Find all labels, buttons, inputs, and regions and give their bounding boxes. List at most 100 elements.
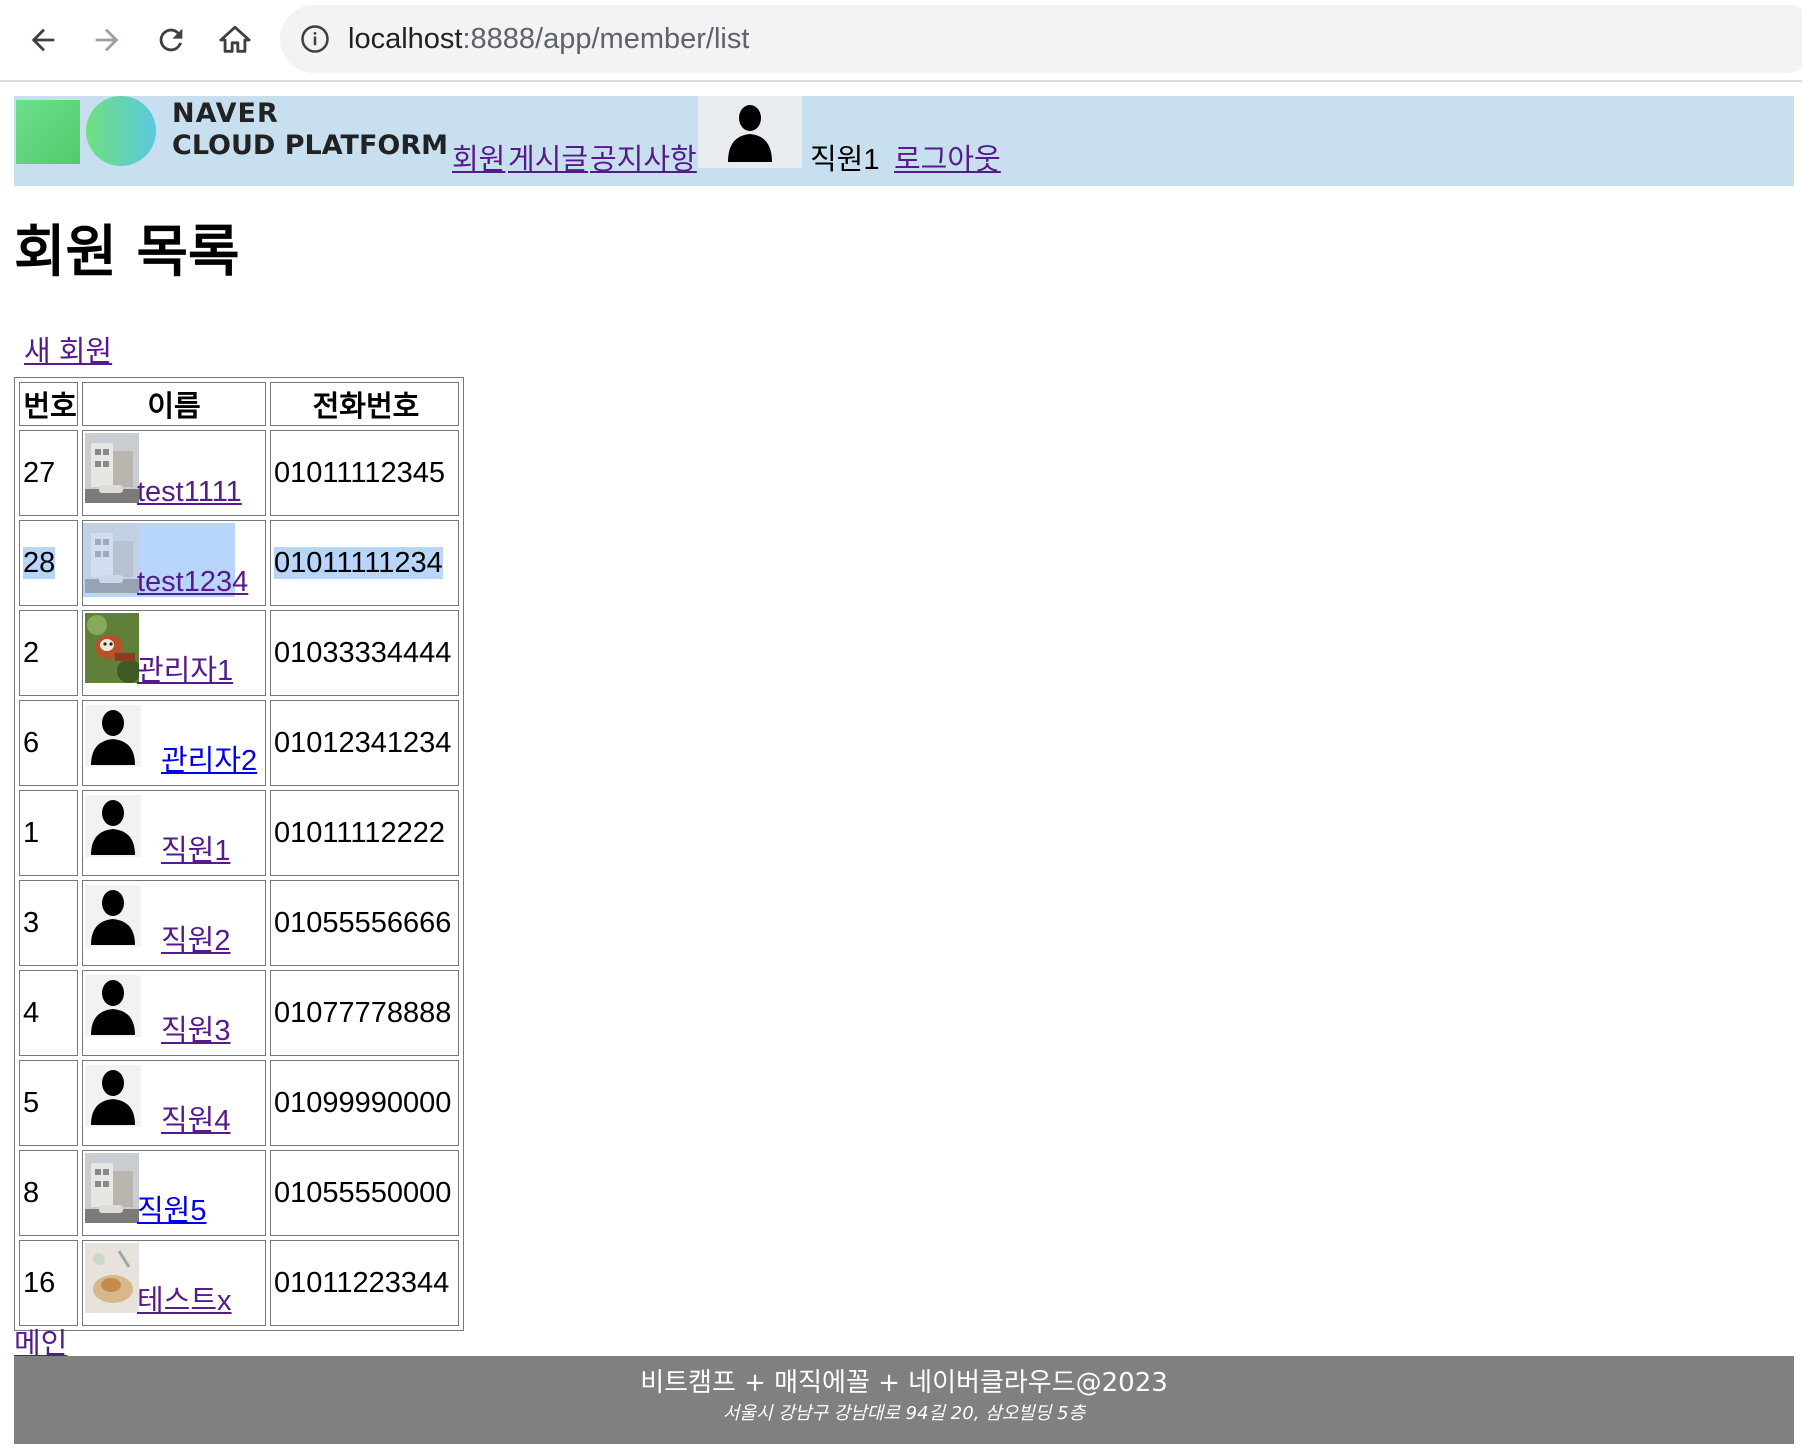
back-button[interactable] bbox=[18, 15, 68, 65]
table-row: 8 직원5 01055550000 bbox=[19, 1150, 459, 1236]
current-user-name: 직원1 bbox=[810, 144, 880, 176]
person-icon bbox=[728, 105, 772, 162]
reload-button[interactable] bbox=[146, 15, 196, 65]
table-header-row: 번호 이름 전화번호 bbox=[19, 382, 459, 426]
logo-line2: CLOUD PLATFORM bbox=[172, 130, 449, 161]
footer-line1: 비트캠프 + 매직에꼴 + 네이버클라우드@2023 bbox=[640, 1368, 1168, 1398]
cell-name: 직원4 bbox=[82, 1060, 266, 1146]
cell-tel: 01099990000 bbox=[270, 1060, 459, 1146]
cell-name: 직원1 bbox=[82, 790, 266, 876]
cell-no: 4 bbox=[19, 970, 78, 1056]
cell-name: test1234 bbox=[82, 520, 266, 606]
browser-toolbar: localhost:8888/app/member/list bbox=[0, 0, 1802, 82]
member-name-link[interactable]: 직원5 bbox=[137, 1187, 207, 1229]
nav-link-notice[interactable]: 공지사항 bbox=[590, 136, 697, 178]
user-avatar bbox=[698, 96, 802, 168]
site-header: NAVER CLOUD PLATFORM 회원 게시글 공지사항 직원1 로그아… bbox=[14, 96, 1794, 186]
member-name-link[interactable]: 직원3 bbox=[161, 1007, 231, 1049]
cell-no: 28 bbox=[19, 520, 78, 606]
cell-no: 27 bbox=[19, 430, 78, 516]
cell-tel: 01011111234 bbox=[270, 520, 459, 606]
cell-tel: 01011112222 bbox=[270, 790, 459, 876]
name-cell: 직원4 bbox=[83, 1061, 265, 1145]
member-tel: 01011111234 bbox=[274, 546, 443, 579]
member-photo bbox=[85, 1065, 141, 1127]
cell-no: 5 bbox=[19, 1060, 78, 1146]
person-icon bbox=[91, 710, 135, 765]
cell-name: 관리자1 bbox=[82, 610, 266, 696]
info-icon[interactable] bbox=[300, 24, 330, 54]
table-row: 27 test1111 01011112345 bbox=[19, 430, 459, 516]
member-no: 2 bbox=[23, 636, 40, 669]
person-icon bbox=[91, 1070, 135, 1125]
table-row: 1 직원1 01011112222 bbox=[19, 790, 459, 876]
cell-tel: 01077778888 bbox=[270, 970, 459, 1056]
photo-building-icon bbox=[85, 1153, 139, 1223]
member-name-link[interactable]: 직원2 bbox=[161, 917, 231, 959]
member-name-link[interactable]: 관리자2 bbox=[161, 737, 257, 779]
footer-address: 서울시 강남구 강남대로 94길 20, 삼오빌딩 5층 bbox=[722, 1403, 1086, 1424]
new-member-link[interactable]: 새 회원 bbox=[24, 328, 112, 370]
member-no: 4 bbox=[23, 996, 40, 1029]
nav-link-member[interactable]: 회원 bbox=[452, 136, 505, 178]
arrow-right-icon bbox=[95, 28, 119, 52]
cell-name: 직원3 bbox=[82, 970, 266, 1056]
home-icon bbox=[219, 25, 251, 53]
table-row: 6 관리자2 01012341234 bbox=[19, 700, 459, 786]
member-name-link[interactable]: 직원4 bbox=[161, 1097, 231, 1139]
table-row: 4 직원3 01077778888 bbox=[19, 970, 459, 1056]
member-name-link[interactable]: test1111 bbox=[137, 476, 242, 509]
member-photo bbox=[85, 795, 141, 857]
person-icon bbox=[91, 800, 135, 855]
member-photo bbox=[85, 613, 141, 683]
member-name-link[interactable]: 관리자1 bbox=[137, 647, 233, 689]
cell-tel: 01033334444 bbox=[270, 610, 459, 696]
person-icon bbox=[91, 890, 135, 945]
member-tel: 01011112345 bbox=[274, 456, 445, 489]
logout-link[interactable]: 로그아웃 bbox=[894, 136, 1001, 178]
table-row: 5 직원4 01099990000 bbox=[19, 1060, 459, 1146]
member-photo bbox=[85, 705, 141, 767]
nav-link-board[interactable]: 게시글 bbox=[508, 136, 588, 178]
cell-name: 직원2 bbox=[82, 880, 266, 966]
home-button[interactable] bbox=[210, 15, 260, 65]
photo-food-icon bbox=[85, 1243, 139, 1313]
member-tel: 01012341234 bbox=[274, 726, 452, 759]
member-photo bbox=[85, 1243, 139, 1313]
member-tel: 01033334444 bbox=[274, 636, 452, 669]
name-cell: 직원5 bbox=[83, 1151, 265, 1235]
reload-icon bbox=[159, 28, 183, 52]
member-no: 16 bbox=[23, 1266, 56, 1299]
url-text[interactable]: localhost:8888/app/member/list bbox=[348, 19, 749, 59]
photo-building-icon bbox=[85, 523, 139, 593]
forward-button[interactable] bbox=[82, 15, 132, 65]
member-no: 6 bbox=[23, 726, 40, 759]
table-row: 2 관리자1 01033334444 bbox=[19, 610, 459, 696]
name-cell: test1111 bbox=[83, 431, 265, 515]
member-no: 27 bbox=[23, 456, 56, 489]
cell-name: test1111 bbox=[82, 430, 266, 516]
person-icon bbox=[91, 980, 135, 1035]
logo-circle bbox=[86, 96, 156, 166]
cell-no: 3 bbox=[19, 880, 78, 966]
photo-red-panda-icon bbox=[85, 613, 141, 683]
name-cell: 테스트x bbox=[83, 1241, 265, 1325]
member-tel: 01011112222 bbox=[274, 816, 445, 849]
name-cell: 직원2 bbox=[83, 881, 265, 965]
member-photo bbox=[85, 885, 141, 947]
member-name-link[interactable]: test1234 bbox=[137, 566, 248, 599]
url-path: :8888/app/member/list bbox=[462, 23, 750, 55]
member-no: 28 bbox=[23, 546, 56, 579]
cell-tel: 01011112345 bbox=[270, 430, 459, 516]
name-cell: 직원3 bbox=[83, 971, 265, 1055]
member-name-link[interactable]: 테스트x bbox=[137, 1277, 232, 1319]
address-bar[interactable]: localhost:8888/app/member/list bbox=[280, 5, 1802, 73]
member-tel: 01055556666 bbox=[274, 906, 452, 939]
arrow-left-icon bbox=[31, 28, 55, 52]
logo-text[interactable]: NAVER CLOUD PLATFORM bbox=[172, 98, 448, 162]
member-name-link[interactable]: 직원1 bbox=[161, 827, 231, 869]
cell-tel: 01055550000 bbox=[270, 1150, 459, 1236]
name-cell: 직원1 bbox=[83, 791, 265, 875]
member-tel: 01099990000 bbox=[274, 1086, 452, 1119]
cell-no: 8 bbox=[19, 1150, 78, 1236]
